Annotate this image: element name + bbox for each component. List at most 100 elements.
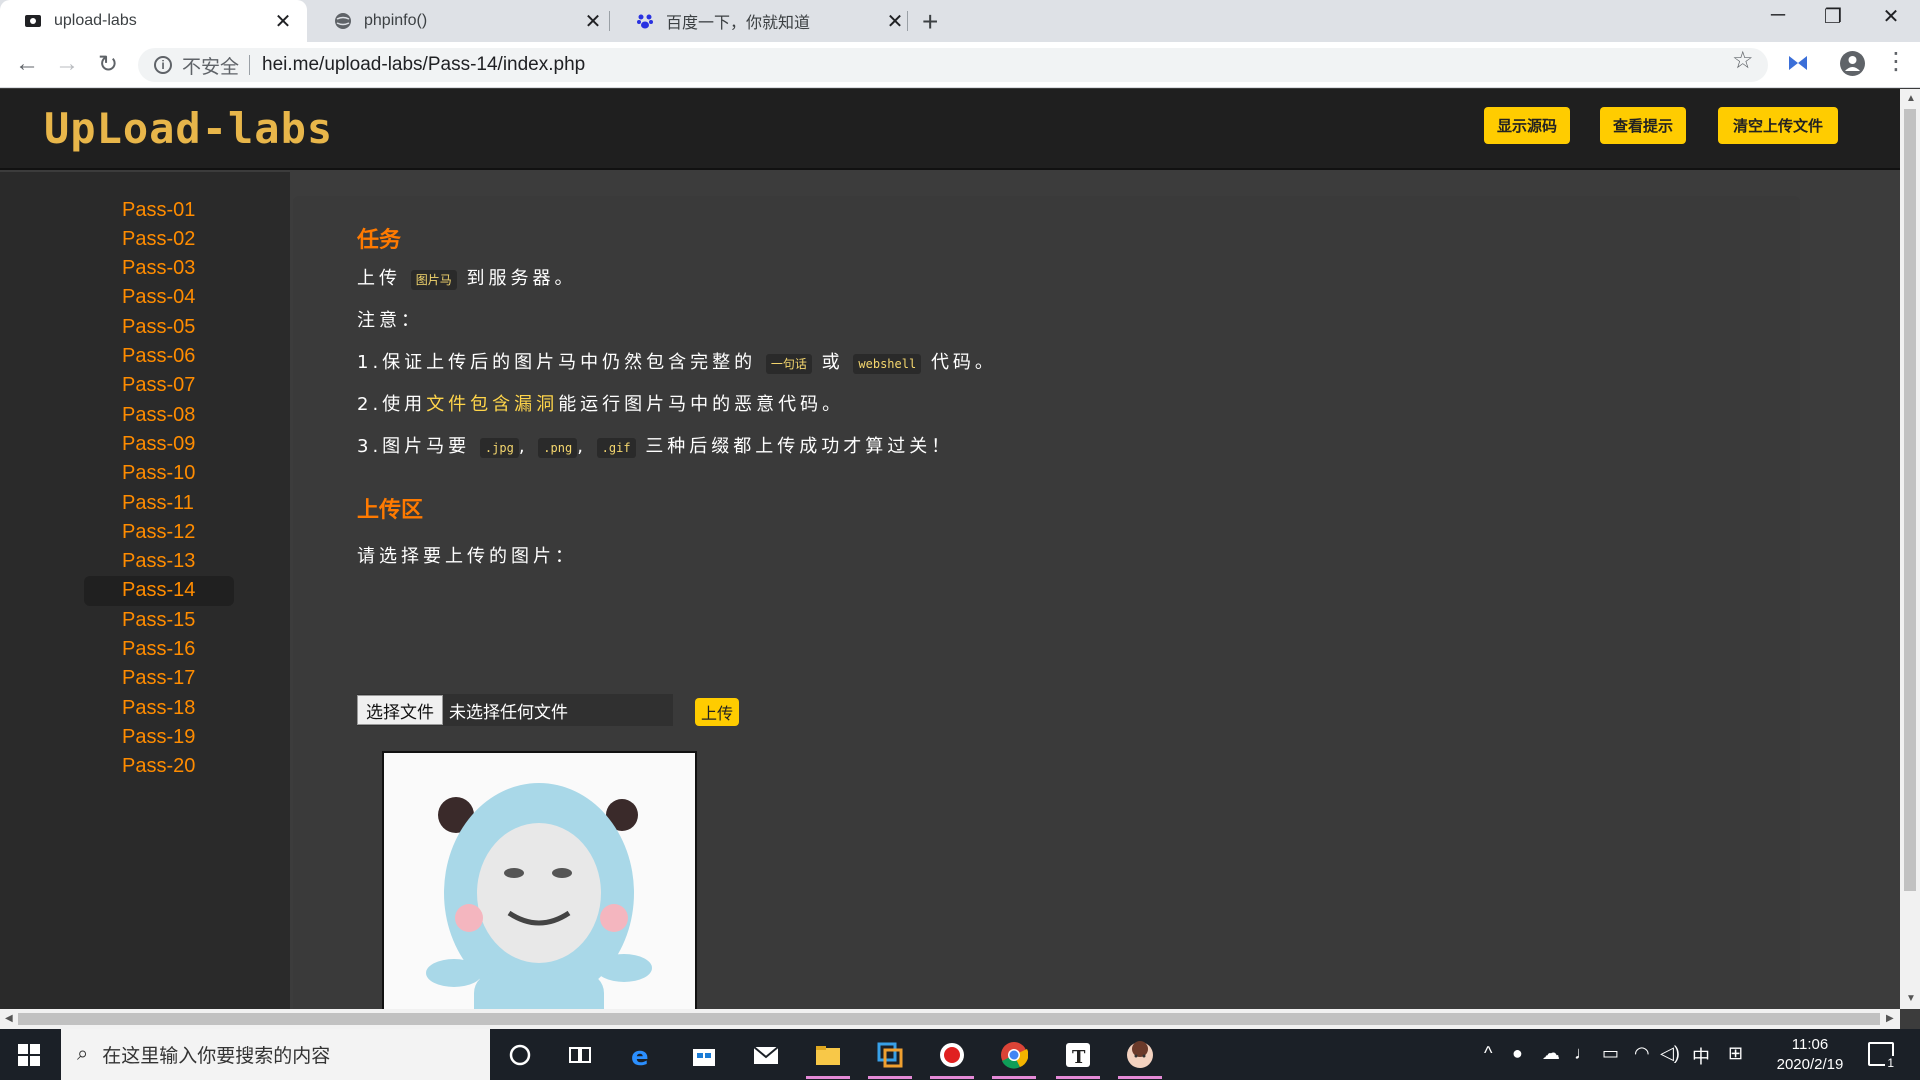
- close-tab-icon[interactable]: ✕: [583, 9, 603, 34]
- notification-center-icon[interactable]: 1: [1868, 1042, 1896, 1070]
- minimize-button[interactable]: ─: [1758, 4, 1798, 27]
- scroll-down-icon[interactable]: ▼: [1906, 993, 1916, 1004]
- sidebar-item-pass-09[interactable]: Pass-09: [84, 429, 234, 459]
- wifi-icon[interactable]: ◠: [1634, 1043, 1650, 1064]
- taskbar-search-box[interactable]: ⌕ 在这里输入你要搜索的内容: [61, 1029, 490, 1080]
- microphone-icon[interactable]: ♩: [1574, 1043, 1592, 1064]
- file-explorer-icon[interactable]: [814, 1041, 842, 1069]
- code-chip: .png: [538, 438, 578, 458]
- task-view-icon[interactable]: [566, 1041, 594, 1069]
- scroll-up-icon[interactable]: ▲: [1906, 93, 1916, 104]
- menu-kebab-icon[interactable]: ⋮: [1884, 47, 1908, 76]
- windows-taskbar: ⌕ 在这里输入你要搜索的内容 e T ^ ● ☁ ♩ ▭ ◠ ◁) 中 ⊞ 11…: [0, 1029, 1920, 1080]
- sidebar-item-pass-08[interactable]: Pass-08: [84, 400, 234, 430]
- sidebar-item-pass-12[interactable]: Pass-12: [84, 517, 234, 547]
- profile-avatar-icon[interactable]: [1840, 51, 1865, 76]
- svg-text:e: e: [631, 1042, 649, 1069]
- horizontal-scroll-thumb[interactable]: [18, 1013, 1880, 1025]
- view-hint-button[interactable]: 查看提示: [1600, 107, 1686, 144]
- task-note: 注意：: [357, 310, 423, 331]
- battery-icon[interactable]: ▭: [1602, 1043, 1619, 1064]
- windows-start-icon[interactable]: [18, 1044, 40, 1066]
- sidebar-item-pass-14[interactable]: Pass-14: [84, 575, 234, 606]
- upload-labs-logo[interactable]: UpLoad-labs: [44, 101, 334, 162]
- new-tab-button[interactable]: +: [922, 6, 938, 38]
- scroll-left-icon[interactable]: ◀: [5, 1013, 13, 1024]
- tab-upload-labs[interactable]: upload-labs ✕: [0, 0, 307, 42]
- tab-baidu[interactable]: 百度一下，你就知道 ✕: [612, 0, 919, 42]
- tab-title: phpinfo(): [364, 12, 428, 29]
- upload-submit-button[interactable]: 上传: [695, 698, 739, 726]
- sidebar-item-pass-06[interactable]: Pass-06: [84, 342, 234, 372]
- sidebar-item-pass-11[interactable]: Pass-11: [84, 488, 234, 518]
- volume-icon[interactable]: ◁): [1660, 1043, 1680, 1064]
- back-button[interactable]: ←: [12, 50, 42, 78]
- text: ,: [577, 436, 587, 457]
- file-input[interactable]: 选择文件 未选择任何文件: [357, 694, 673, 726]
- edge-icon[interactable]: e: [628, 1041, 656, 1072]
- close-window-button[interactable]: ✕: [1871, 4, 1911, 29]
- horizontal-scrollbar[interactable]: ◀ ▶: [0, 1009, 1900, 1029]
- sidebar-item-pass-05[interactable]: Pass-05: [84, 312, 234, 342]
- sidebar-item-pass-18[interactable]: Pass-18: [84, 693, 234, 723]
- sidebar-item-pass-02[interactable]: Pass-02: [84, 224, 234, 254]
- store-icon[interactable]: [690, 1041, 718, 1069]
- record-icon[interactable]: [938, 1041, 966, 1069]
- text: 能运行图片马中的恶意代码。: [558, 394, 845, 415]
- show-source-button[interactable]: 显示源码: [1484, 107, 1570, 144]
- reload-button[interactable]: ↻: [93, 50, 123, 79]
- tray-overflow-icon[interactable]: ^: [1484, 1043, 1492, 1064]
- chrome-icon[interactable]: [1000, 1041, 1029, 1069]
- task-title: 任务: [357, 228, 402, 253]
- restore-button[interactable]: ❐: [1813, 4, 1853, 29]
- bookmark-star-icon[interactable]: ☆: [1732, 46, 1754, 75]
- keyboard-layout-icon[interactable]: ⊞: [1728, 1043, 1743, 1064]
- url-text[interactable]: hei.me/upload-labs/Pass-14/index.php: [262, 54, 585, 76]
- text: 或: [821, 352, 844, 373]
- mail-icon[interactable]: [752, 1041, 780, 1069]
- sidebar-item-pass-07[interactable]: Pass-07: [84, 371, 234, 401]
- onedrive-icon[interactable]: ☁: [1542, 1043, 1560, 1064]
- info-icon[interactable]: i: [154, 56, 172, 74]
- text: 三种后缀都上传成功才算过关！: [645, 436, 954, 457]
- sidebar-item-pass-03[interactable]: Pass-03: [84, 254, 234, 284]
- clear-uploads-button[interactable]: 清空上传文件: [1718, 107, 1838, 144]
- sidebar-item-pass-15[interactable]: Pass-15: [84, 605, 234, 635]
- forward-button[interactable]: →: [52, 50, 82, 78]
- sidebar-item-pass-10[interactable]: Pass-10: [84, 459, 234, 489]
- cortana-icon[interactable]: [506, 1041, 534, 1069]
- sidebar-item-pass-01[interactable]: Pass-01: [84, 195, 234, 225]
- sidebar-item-pass-13[interactable]: Pass-13: [84, 547, 234, 577]
- vertical-scroll-thumb[interactable]: [1904, 109, 1916, 891]
- running-indicator: [868, 1076, 912, 1079]
- running-indicator: [992, 1076, 1036, 1079]
- sidebar-item-pass-19[interactable]: Pass-19: [84, 722, 234, 752]
- github-icon: [24, 12, 42, 30]
- task-line-3: 2.使用文件包含漏洞能运行图片马中的恶意代码。: [357, 390, 844, 416]
- choose-file-button[interactable]: 选择文件: [357, 695, 443, 725]
- ime-indicator[interactable]: 中: [1692, 1043, 1710, 1069]
- running-indicator: [930, 1076, 974, 1079]
- extension-icon[interactable]: [1787, 52, 1809, 74]
- vertical-scrollbar[interactable]: ▲ ▼: [1900, 89, 1920, 1009]
- close-tab-icon[interactable]: ✕: [885, 9, 905, 34]
- upload-area-title: 上传区: [357, 498, 424, 523]
- tab-phpinfo[interactable]: phpinfo() ✕: [310, 0, 617, 42]
- running-indicator: [806, 1076, 850, 1079]
- security-label: 不安全: [182, 56, 240, 78]
- task-line-1: 上传 图片马 到服务器。: [357, 264, 576, 290]
- typora-icon[interactable]: T: [1064, 1041, 1092, 1069]
- close-tab-icon[interactable]: ✕: [273, 9, 293, 34]
- sidebar-item-pass-20[interactable]: Pass-20: [84, 752, 234, 782]
- qq-tray-icon[interactable]: ●: [1512, 1043, 1523, 1064]
- sidebar-item-pass-16[interactable]: Pass-16: [84, 635, 234, 665]
- avatar-app-icon[interactable]: [1126, 1041, 1154, 1069]
- sidebar-item-pass-04[interactable]: Pass-04: [84, 283, 234, 313]
- sidebar-item-pass-17[interactable]: Pass-17: [84, 664, 234, 694]
- system-clock[interactable]: 11:06 2020/2/19: [1762, 1035, 1858, 1075]
- address-bar[interactable]: i 不安全 hei.me/upload-labs/Pass-14/index.p…: [138, 48, 1768, 82]
- svg-text:T: T: [1072, 1047, 1086, 1068]
- scroll-right-icon[interactable]: ▶: [1886, 1013, 1894, 1024]
- vmware-icon[interactable]: [876, 1041, 904, 1069]
- upload-prompt: 请选择要上传的图片：: [357, 546, 577, 567]
